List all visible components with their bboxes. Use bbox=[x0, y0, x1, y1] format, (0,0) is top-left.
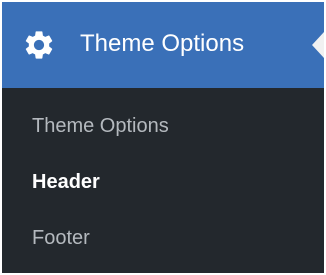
menu-title: Theme Options bbox=[80, 30, 245, 57]
submenu-item-footer[interactable]: Footer bbox=[32, 225, 90, 251]
active-menu-pointer bbox=[312, 32, 324, 58]
submenu-item-theme-options[interactable]: Theme Options bbox=[32, 113, 169, 139]
theme-options-menu-header[interactable]: Theme Options bbox=[2, 2, 324, 88]
admin-menu: Theme Options Theme Options Header Foote… bbox=[2, 2, 324, 273]
submenu-item-header[interactable]: Header bbox=[32, 169, 100, 195]
gear-icon bbox=[25, 31, 53, 59]
